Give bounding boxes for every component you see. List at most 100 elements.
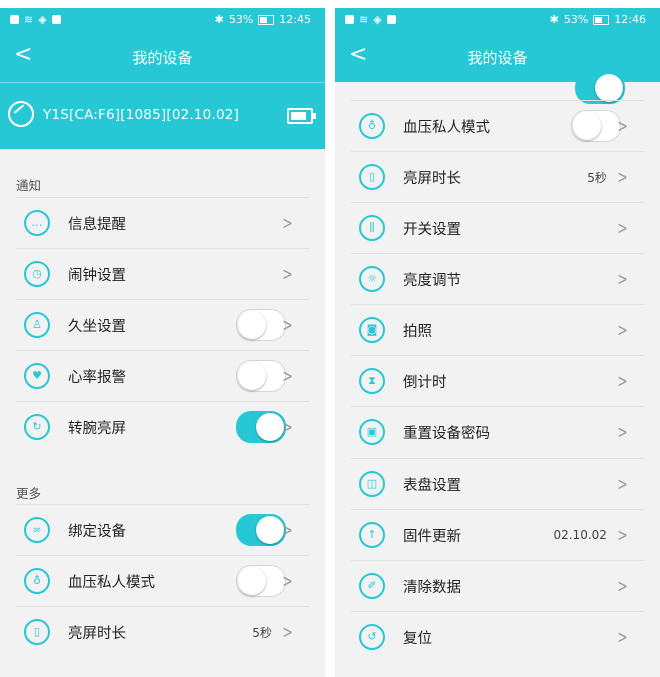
page-title: 我的设备 [132,49,193,67]
setting-value: 5秒 [252,625,272,640]
setting-label: 亮度调节 [403,272,461,289]
battery-percent: 53% [228,13,254,26]
toggle-switch[interactable] [235,565,286,597]
device-bar: Y1S[CA:F6][1085][02.10.02] [0,82,325,149]
screen-duration-icon: ▯ [359,164,385,190]
setting-label: 闹钟设置 [68,267,126,284]
setting-row[interactable]: ♥ 心率报警 > [16,350,309,401]
device-battery-icon [287,108,316,124]
toggle-switch[interactable] [235,309,286,341]
chevron-right-icon: > [617,319,628,341]
setting-label: 血压私人模式 [68,574,155,591]
wifi-icon: ≋ [359,13,369,26]
chevron-right-icon: > [617,421,628,443]
setting-row[interactable]: ✐ 清除数据 > [351,560,644,611]
setting-label: 信息提醒 [68,216,126,233]
setting-label: 亮屏时长 [68,625,126,642]
battery-percent: 53% [563,13,589,26]
link-icon: ∞ [24,517,50,543]
setting-row[interactable]: ∞ 绑定设备 > [16,504,309,555]
chevron-right-icon: > [617,473,628,495]
message-icon: … [24,210,50,236]
watch-icon [8,101,34,127]
blood-pressure-icon: ♁ [24,568,50,594]
setting-label: 心率报警 [68,369,126,386]
battery-icon [258,14,275,25]
setting-row[interactable]: ⧗ 倒计时 > [351,355,644,406]
setting-label: 重置设备密码 [403,425,490,442]
left-screen: ≋ ◈ ✱ 53% 12:45 < 我的设备 Y1S[CA:F6][1085][02.… [0,8,325,677]
setting-label: 绑定设备 [68,523,126,540]
chevron-right-icon: > [617,575,628,597]
setting-label: 久坐设置 [68,318,126,335]
setting-row[interactable]: ♁ 血压私人模式 > [16,555,309,606]
header: < 我的设备 [0,32,325,82]
setting-label: 复位 [403,630,432,647]
setting-label: 亮屏时长 [403,170,461,187]
setting-row[interactable]: ♙ 久坐设置 > [16,299,309,350]
setting-row[interactable]: ▣ 重置设备密码 > [351,406,644,457]
chevron-right-icon: > [617,370,628,392]
clock: 12:46 [614,13,646,26]
eraser-icon: ✐ [359,573,385,599]
toggle-switch[interactable] [235,514,286,546]
setting-row[interactable]: ☼ 亮度调节 > [351,253,644,304]
section-notify: 通知 [16,178,42,193]
chevron-right-icon: > [617,268,628,290]
watch-face-icon: ◫ [359,471,385,497]
sliders-icon: ⫼ [359,215,385,241]
setting-label: 表盘设置 [403,477,461,494]
section-more: 更多 [16,486,42,501]
setting-value: 02.10.02 [553,528,607,542]
toggle-switch[interactable] [235,411,286,443]
setting-label: 拍照 [403,323,432,340]
chevron-right-icon: > [617,524,628,546]
notification-icon [345,15,354,24]
wifi-icon: ≋ [24,13,34,26]
chevron-right-icon: > [282,570,293,592]
status-bar: ≋ ◈ ✱ 53% 12:46 [335,8,660,32]
setting-value: 5秒 [587,170,607,185]
notification-icon [10,15,19,24]
upload-icon: ↑ [359,522,385,548]
setting-row[interactable]: ▯ 亮屏时长 5秒 > [351,151,644,202]
setting-row[interactable]: ◫ 表盘设置 > [351,458,644,509]
setting-row[interactable]: ♁ 血压私人模式 > [351,100,644,151]
chevron-right-icon: > [282,263,293,285]
setting-row[interactable]: … 信息提醒 > [16,197,309,248]
lock-icon: ▣ [359,419,385,445]
shield-icon: ◈ [373,13,382,26]
shield-icon: ◈ [38,13,47,26]
wrist-turn-icon: ↻ [24,414,50,440]
setting-row[interactable]: ↑ 固件更新 02.10.02 > [351,509,644,560]
setting-row[interactable]: ↻ 转腕亮屏 > [16,401,309,452]
brightness-icon: ☼ [359,266,385,292]
bluetooth-icon: ✱ [214,13,224,26]
setting-row[interactable]: ◙ 拍照 > [351,304,644,355]
toggle-switch[interactable] [570,110,621,142]
status-bar: ≋ ◈ ✱ 53% 12:45 [0,8,325,32]
chevron-right-icon: > [282,416,293,438]
chevron-right-icon: > [617,166,628,188]
bluetooth-icon: ✱ [549,13,559,26]
right-screen: ≋ ◈ ✱ 53% 12:46 < 我的设备 ♁ 血压私人模式 > ▯ 亮屏时长 5秒 > ⫼ 开关设… [335,8,660,677]
setting-label: 清除数据 [403,579,461,596]
setting-label: 开关设置 [403,221,461,238]
chevron-right-icon: > [617,626,628,648]
setting-row[interactable]: ⫼ 开关设置 > [351,202,644,253]
setting-label: 血压私人模式 [403,119,490,136]
setting-row[interactable]: ▯ 亮屏时长 5秒 > [16,606,309,657]
setting-row[interactable]: ↺ 复位 > [351,611,644,662]
setting-label: 固件更新 [403,528,461,545]
setting-label: 倒计时 [403,374,447,391]
device-name: Y1S[CA:F6][1085][02.10.02] [43,107,240,123]
page-title: 我的设备 [467,49,528,67]
toggle-switch[interactable] [235,360,286,392]
chevron-right-icon: > [282,314,293,336]
chevron-right-icon: > [617,115,628,137]
setting-row[interactable]: ◷ 闹钟设置 > [16,248,309,299]
app-icon [386,15,396,24]
screen-duration-icon: ▯ [24,619,50,645]
blood-pressure-icon: ♁ [359,113,385,139]
chevron-right-icon: > [282,621,293,643]
